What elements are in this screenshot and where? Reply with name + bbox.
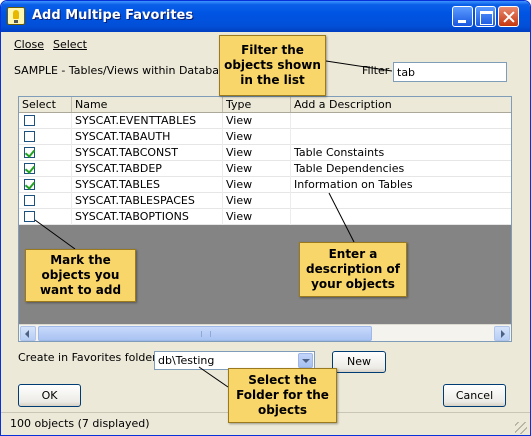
row-checkbox[interactable] xyxy=(24,147,35,158)
select-cell[interactable] xyxy=(19,193,72,209)
description-cell[interactable] xyxy=(291,113,511,129)
type-cell: View xyxy=(223,209,291,225)
mark-callout: Mark the objects you want to add xyxy=(25,249,136,302)
ok-button-label: OK xyxy=(41,388,58,402)
filter-input[interactable] xyxy=(393,62,507,82)
row-checkbox[interactable] xyxy=(24,131,35,142)
cancel-button-label: Cancel xyxy=(455,388,494,402)
status-text: 100 objects (7 displayed) xyxy=(10,417,150,430)
folder-select-value: db\Testing xyxy=(158,354,215,367)
chevron-down-icon[interactable] xyxy=(298,353,313,368)
name-cell: SYSCAT.TABLES xyxy=(72,177,223,193)
scroll-thumb[interactable] xyxy=(38,326,372,341)
table-row[interactable]: SYSCAT.TABDEP View Table Dependencies xyxy=(19,161,511,177)
maximize-button[interactable] xyxy=(475,6,496,27)
close-window-button[interactable] xyxy=(498,6,519,27)
column-header-type[interactable]: Type xyxy=(223,97,291,112)
description-callout: Enter a description of your objects xyxy=(299,242,407,297)
cancel-button[interactable]: Cancel xyxy=(443,384,506,407)
menu-select[interactable]: Select xyxy=(53,38,87,51)
new-folder-button-label: New xyxy=(347,355,371,368)
type-cell: View xyxy=(223,129,291,145)
row-checkbox[interactable] xyxy=(24,195,35,206)
description-cell[interactable] xyxy=(291,209,511,225)
type-cell: View xyxy=(223,161,291,177)
database-source-label: SAMPLE - Tables/Views within Database xyxy=(14,64,232,77)
type-cell: View xyxy=(223,113,291,129)
select-cell[interactable] xyxy=(19,145,72,161)
menu-close-label: Close xyxy=(14,38,44,51)
folder-callout: Select the Folder for the objects xyxy=(228,368,337,423)
name-cell: SYSCAT.TABLESPACES xyxy=(72,193,223,209)
horizontal-scrollbar[interactable] xyxy=(19,324,511,341)
favorites-folder-label: Create in Favorites folder xyxy=(18,351,157,364)
description-cell[interactable] xyxy=(291,193,511,209)
name-cell: SYSCAT.EVENTTABLES xyxy=(72,113,223,129)
name-cell: SYSCAT.TABOPTIONS xyxy=(72,209,223,225)
minimize-button[interactable] xyxy=(452,6,473,27)
resize-grip-icon[interactable] xyxy=(515,422,527,434)
type-cell: View xyxy=(223,177,291,193)
description-callout-text: Enter a description of your objects xyxy=(306,247,400,291)
folder-callout-arrow xyxy=(198,366,229,388)
table-row[interactable]: SYSCAT.TABAUTH View xyxy=(19,129,511,145)
column-header-description[interactable]: Add a Description xyxy=(291,97,511,112)
objects-grid: Select Name Type Add a Description SYSCA… xyxy=(18,96,512,342)
description-cell[interactable]: Table Constaints xyxy=(291,145,511,161)
new-folder-button[interactable]: New xyxy=(332,351,386,373)
table-row[interactable]: SYSCAT.EVENTTABLES View xyxy=(19,113,511,129)
grid-header: Select Name Type Add a Description xyxy=(19,97,511,113)
name-cell: SYSCAT.TABAUTH xyxy=(72,129,223,145)
select-cell[interactable] xyxy=(19,209,72,225)
row-checkbox[interactable] xyxy=(24,115,35,126)
table-row[interactable]: SYSCAT.TABLESPACES View xyxy=(19,193,511,209)
scroll-left-icon[interactable] xyxy=(20,326,36,341)
description-cell[interactable]: Table Dependencies xyxy=(291,161,511,177)
folder-callout-text: Select the Folder for the objects xyxy=(236,373,329,417)
description-cell[interactable]: Information on Tables xyxy=(291,177,511,193)
select-cell[interactable] xyxy=(19,113,72,129)
name-cell: SYSCAT.TABDEP xyxy=(72,161,223,177)
name-cell: SYSCAT.TABCONST xyxy=(72,145,223,161)
row-checkbox[interactable] xyxy=(24,179,35,190)
mark-callout-text: Mark the objects you want to add xyxy=(39,253,122,297)
type-cell: View xyxy=(223,193,291,209)
table-row[interactable]: SYSCAT.TABCONST View Table Constaints xyxy=(19,145,511,161)
type-cell: View xyxy=(223,145,291,161)
column-header-name[interactable]: Name xyxy=(72,97,223,112)
lightbulb-icon xyxy=(7,7,25,25)
select-cell[interactable] xyxy=(19,129,72,145)
menu-close[interactable]: Close xyxy=(14,38,44,51)
filter-callout: Filter the objects shown in the list xyxy=(219,35,326,96)
column-header-select[interactable]: Select xyxy=(19,97,72,112)
ok-button[interactable]: OK xyxy=(18,384,81,407)
window-title: Add Multipe Favorites xyxy=(32,8,194,23)
filter-callout-text: Filter the objects shown in the list xyxy=(224,43,321,87)
select-cell[interactable] xyxy=(19,177,72,193)
filter-label: Filter xyxy=(362,64,390,77)
description-cell[interactable] xyxy=(291,129,511,145)
row-checkbox[interactable] xyxy=(24,163,35,174)
title-bar[interactable]: Add Multipe Favorites xyxy=(1,1,530,32)
scroll-right-icon[interactable] xyxy=(494,326,510,341)
select-cell[interactable] xyxy=(19,161,72,177)
add-favorites-window: Add Multipe Favorites Close Select SAMPL… xyxy=(0,0,531,436)
row-checkbox[interactable] xyxy=(24,211,35,222)
table-row[interactable]: SYSCAT.TABLES View Information on Tables xyxy=(19,177,511,193)
table-row[interactable]: SYSCAT.TABOPTIONS View xyxy=(19,209,511,225)
menu-select-label: Select xyxy=(53,38,87,51)
